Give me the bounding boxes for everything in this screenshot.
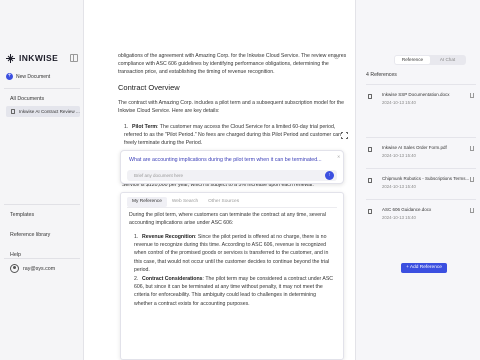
trash-icon[interactable] (470, 208, 474, 213)
ai-response-panel: My Reference Web Search Other Sources Du… (120, 192, 344, 360)
sidebar-document-label: Inkwise AI Contract Review ... (19, 109, 80, 114)
brand-name: INKWISE (19, 53, 59, 63)
list-number: 1. (124, 124, 129, 130)
response-intro: During the pilot term, where customers c… (129, 212, 326, 227)
reference-title: ASC 606 Guidance.docx (382, 207, 432, 212)
panel-toggle: Reference AI Chat (394, 55, 466, 65)
gutter (84, 0, 110, 360)
list-number: 2. (134, 276, 139, 282)
response-item: 2. Contract Considerations: The pilot ter… (129, 275, 334, 308)
all-documents-link[interactable]: All Documents (10, 96, 44, 102)
tab-web-search[interactable]: Web Search (167, 197, 203, 207)
divider (4, 258, 80, 259)
document-icon (368, 178, 372, 183)
ai-followup-input[interactable]: Brief any document here (127, 170, 337, 181)
reference-date: 2024-10-13 15:40 (382, 215, 416, 220)
overview-paragraph: The contract with Amazing Corp. includes… (118, 100, 345, 115)
plus-icon: + (6, 73, 13, 80)
response-item: 1. Revenue Recognition: Since the pilot p… (129, 233, 334, 274)
sidebar-collapse-icon[interactable] (70, 54, 78, 62)
avatar-icon (10, 264, 19, 273)
reference-item[interactable]: ASC 606 Guidance.docx 2024-10-13 15:40 (366, 199, 476, 231)
pin-icon[interactable]: ⊙ (334, 54, 339, 61)
sidebar: INKWISE + New Document All Documents Ink… (0, 0, 84, 360)
ai-query-popup: What are accounting implications during … (120, 150, 344, 184)
reference-date: 2024-10-13 15:40 (382, 100, 416, 105)
document-icon (11, 109, 15, 114)
document-icon (368, 147, 372, 152)
reference-item[interactable]: Inkwise SSP Documentation.docx 2024-10-1… (366, 84, 476, 116)
divider (127, 207, 337, 208)
trash-icon[interactable] (470, 146, 474, 151)
user-email: ray@sys.com (23, 265, 56, 272)
trash-icon[interactable] (470, 177, 474, 182)
trash-icon[interactable] (470, 93, 474, 98)
templates-link[interactable]: Templates (10, 212, 34, 218)
divider (4, 204, 80, 205)
response-item-label: Revenue Recognition (142, 234, 196, 240)
ai-query-text: What are accounting implications during … (129, 157, 322, 163)
reference-date: 2024-10-13 15:40 (382, 184, 416, 189)
sidebar-document-item[interactable]: Inkwise AI Contract Review ... (6, 106, 80, 117)
user-account[interactable]: ray@sys.com (10, 264, 55, 273)
reference-title: Inkwise AI Sales Order Form.pdf (382, 145, 447, 150)
response-tabs: My Reference Web Search Other Sources (127, 197, 244, 208)
add-reference-button[interactable]: + Add Reference (401, 263, 447, 273)
divider (4, 88, 80, 89)
reference-item[interactable]: Inkwise AI Sales Order Form.pdf 2024-10-… (366, 137, 476, 169)
reference-library-link[interactable]: Reference library (10, 232, 50, 238)
document-icon (368, 94, 372, 99)
response-item-label: Contract Considerations (142, 276, 203, 282)
pilot-term-label: Pilot Term (132, 124, 157, 130)
tab-other-sources[interactable]: Other Sources (203, 197, 244, 207)
document-icon (368, 209, 372, 214)
intro-paragraph: obligations of the agreement with Amazin… (118, 53, 347, 76)
list-number: 1. (134, 234, 139, 240)
new-document-button[interactable]: + New Document (6, 73, 50, 80)
reference-item[interactable]: Chipmunk Robotics - Subscriptions Terms.… (366, 168, 476, 200)
tab-reference[interactable]: Reference (395, 56, 430, 64)
reference-panel: Reference AI Chat 4 References Inkwise S… (355, 0, 480, 360)
reference-date: 2024-10-13 15:40 (382, 153, 416, 158)
section-heading: Contract Overview (118, 83, 180, 92)
send-button[interactable]: ↑ (325, 171, 334, 180)
inkwise-logo-icon (6, 53, 15, 63)
pilot-term-text: : The customer may access the Cloud Serv… (124, 124, 342, 147)
brand: INKWISE (6, 53, 58, 63)
app-root: INKWISE + New Document All Documents Ink… (0, 0, 480, 360)
new-document-label: New Document (16, 73, 51, 80)
reference-title: Inkwise SSP Documentation.docx (382, 92, 450, 97)
reference-title: Chipmunk Robotics - Subscriptions Terms.… (382, 176, 470, 181)
reference-count: 4 References (366, 72, 397, 78)
pilot-term-item: 1. Pilot Term: The customer may access th… (118, 123, 344, 148)
tab-my-reference[interactable]: My Reference (127, 197, 167, 208)
expand-icon[interactable] (341, 132, 348, 139)
close-icon[interactable]: ✕ (337, 154, 340, 159)
tab-ai-chat[interactable]: AI Chat (430, 56, 465, 64)
